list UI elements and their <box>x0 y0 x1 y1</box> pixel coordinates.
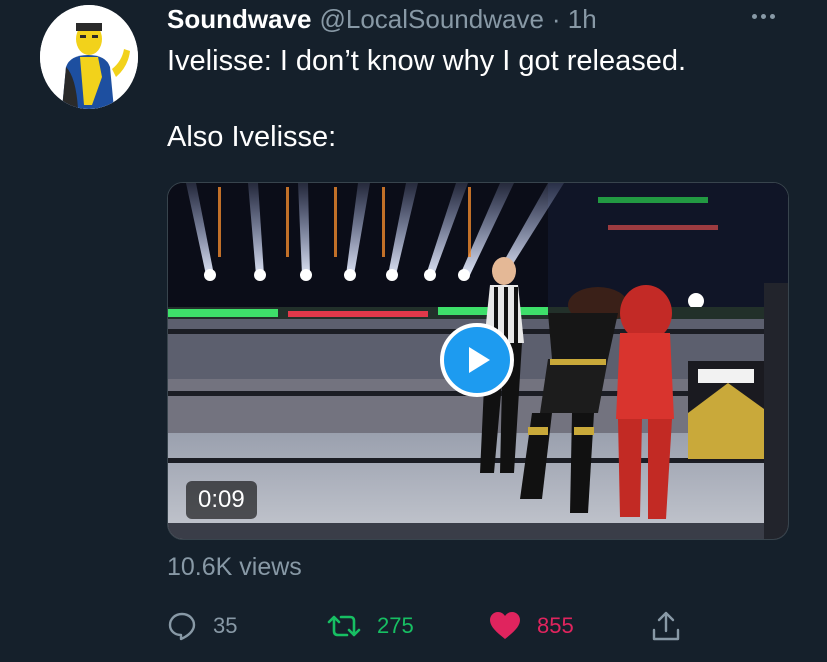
tweet-actions: 35 275 855 <box>167 606 807 646</box>
play-button[interactable] <box>440 323 514 397</box>
reply-icon <box>168 612 196 641</box>
tweet-header: Soundwave @LocalSoundwave · 1h <box>167 4 597 34</box>
share-icon <box>652 611 680 641</box>
video-duration: 0:09 <box>186 481 257 519</box>
like-count: 855 <box>537 613 574 638</box>
share-button[interactable] <box>651 606 681 646</box>
timestamp[interactable]: · 1h <box>552 4 597 35</box>
more-icon[interactable] <box>752 8 782 24</box>
tweet-text: Ivelisse: I don’t know why I got release… <box>167 45 687 153</box>
video-player[interactable]: 0:09 <box>167 182 789 540</box>
avatar-image <box>40 5 138 109</box>
retweet-icon <box>327 615 361 637</box>
user-handle[interactable]: @LocalSoundwave <box>319 4 543 35</box>
retweet-count: 275 <box>377 613 414 638</box>
play-icon <box>469 347 490 373</box>
avatar[interactable] <box>40 5 138 109</box>
like-button[interactable]: 855 <box>489 606 574 646</box>
heart-icon <box>490 612 520 639</box>
reply-count: 35 <box>213 613 238 638</box>
retweet-button[interactable]: 275 <box>327 606 414 646</box>
display-name[interactable]: Soundwave <box>167 4 311 35</box>
view-count: 10.6K views <box>167 553 302 581</box>
reply-button[interactable]: 35 <box>167 606 237 646</box>
